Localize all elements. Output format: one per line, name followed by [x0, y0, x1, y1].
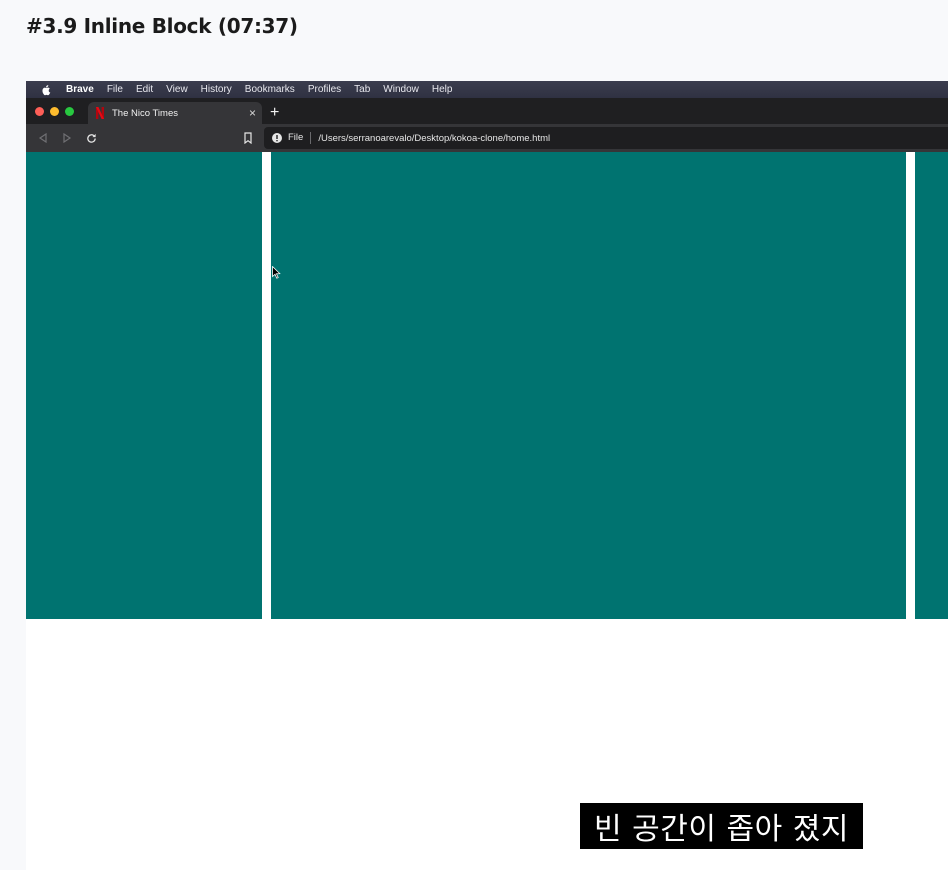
back-button[interactable] [36, 131, 50, 145]
menu-file[interactable]: File [107, 84, 123, 95]
video-subtitle: 빈 공간이 좁아 졌지 [580, 803, 863, 849]
url-text[interactable]: /Users/serranoarevalo/Desktop/kokoa-clon… [318, 133, 550, 144]
new-tab-button[interactable]: + [270, 102, 279, 124]
netflix-favicon-icon [96, 107, 104, 119]
address-bar[interactable]: File /Users/serranoarevalo/Desktop/kokoa… [264, 127, 948, 149]
menu-bookmarks[interactable]: Bookmarks [245, 84, 295, 95]
menu-profiles[interactable]: Profiles [308, 84, 341, 95]
forward-arrow-icon [63, 133, 72, 143]
mouse-cursor-icon [272, 266, 281, 279]
tab-title: The Nico Times [112, 107, 178, 119]
browser-tab-strip: The Nico Times × + [26, 98, 948, 124]
browser-tab[interactable]: The Nico Times × [88, 102, 262, 124]
url-scheme-label: File [288, 132, 312, 144]
macos-menu-bar: Brave File Edit View History Bookmarks P… [26, 81, 948, 98]
menu-tab[interactable]: Tab [354, 84, 370, 95]
browser-toolbar: File /Users/serranoarevalo/Desktop/kokoa… [26, 124, 948, 152]
minimize-window-button[interactable] [50, 106, 59, 116]
forward-button[interactable] [60, 131, 74, 145]
video-player[interactable]: Brave File Edit View History Bookmarks P… [26, 81, 948, 870]
tab-close-icon[interactable]: × [249, 107, 256, 119]
page-viewport [26, 152, 948, 870]
back-arrow-icon [38, 133, 47, 143]
lesson-title: #3.9 Inline Block (07:37) [26, 14, 298, 38]
bookmark-icon[interactable] [242, 132, 254, 144]
close-window-button[interactable] [35, 106, 44, 116]
menu-help[interactable]: Help [432, 84, 453, 95]
reload-button[interactable] [84, 131, 98, 145]
menu-edit[interactable]: Edit [136, 84, 153, 95]
window-controls [26, 98, 80, 124]
reload-icon [86, 133, 96, 143]
inline-block-box-3 [915, 152, 948, 619]
menu-brave[interactable]: Brave [66, 84, 94, 95]
fullscreen-window-button[interactable] [65, 106, 74, 116]
menu-history[interactable]: History [201, 84, 232, 95]
menu-window[interactable]: Window [383, 84, 419, 95]
apple-icon[interactable] [40, 84, 52, 96]
inline-block-box-1 [26, 152, 262, 619]
menu-view[interactable]: View [166, 84, 188, 95]
inline-block-box-2 [271, 152, 906, 619]
info-icon[interactable] [272, 133, 282, 143]
